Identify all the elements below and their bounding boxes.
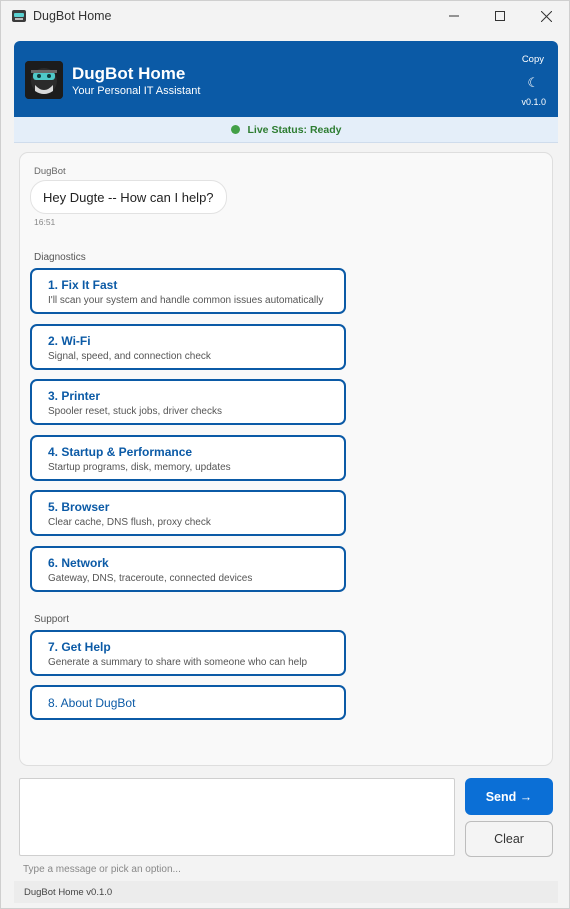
option-title: 8. About DugBot: [48, 695, 136, 710]
app-header: DugBot Home Your Personal IT Assistant C…: [14, 41, 558, 117]
copy-button[interactable]: Copy: [522, 54, 544, 65]
moon-icon[interactable]: ☾: [527, 75, 539, 91]
option-description: Spooler reset, stuck jobs, driver checks: [48, 406, 222, 417]
option-description: Signal, speed, and connection check: [48, 351, 211, 362]
app-window: DugBot Home DugBot Home Your Personal IT…: [0, 0, 570, 909]
close-icon: [540, 10, 552, 22]
option-title: 5. Browser: [48, 500, 110, 514]
close-button[interactable]: [523, 1, 569, 31]
option-title: 2. Wi-Fi: [48, 334, 91, 348]
option-title: 3. Printer: [48, 389, 101, 403]
input-hint: Type a message or pick an option...: [23, 864, 181, 875]
chat-bubble: Hey Dugte -- How can I help?: [30, 180, 227, 214]
option-description: I'll scan your system and handle common …: [48, 295, 324, 306]
maximize-button[interactable]: [477, 1, 523, 31]
footer-text: DugBot Home v0.1.0: [24, 886, 113, 898]
clear-button[interactable]: Clear: [465, 821, 553, 857]
option-get-help[interactable]: 7. Get Help Generate a summary to share …: [30, 630, 346, 676]
option-about-dugbot[interactable]: 8. About DugBot: [30, 685, 346, 720]
minimize-button[interactable]: [431, 1, 477, 31]
message-input[interactable]: [19, 778, 455, 856]
header-title: DugBot Home: [72, 64, 186, 83]
message-sender: DugBot: [34, 166, 66, 177]
option-network[interactable]: 6. Network Gateway, DNS, traceroute, con…: [30, 546, 346, 592]
option-description: Clear cache, DNS flush, proxy check: [48, 517, 211, 528]
dugbot-logo: [25, 61, 63, 99]
status-bar: Live Status: Ready: [14, 117, 558, 143]
option-wifi[interactable]: 2. Wi-Fi Signal, speed, and connection c…: [30, 324, 346, 370]
option-title: 4. Startup & Performance: [48, 445, 193, 459]
option-description: Gateway, DNS, traceroute, connected devi…: [48, 573, 253, 584]
option-title: 1. Fix It Fast: [48, 278, 118, 292]
option-description: Generate a summary to share with someone…: [48, 657, 308, 668]
option-description: Startup programs, disk, memory, updates: [48, 462, 231, 473]
chat-panel: DugBot Hey Dugte -- How can I help? 16:5…: [19, 152, 553, 766]
message-text: Hey Dugte -- How can I help?: [43, 189, 214, 205]
maximize-icon: [495, 11, 505, 21]
support-label: Support: [34, 614, 70, 625]
option-fix-it-fast[interactable]: 1. Fix It Fast I'll scan your system and…: [30, 268, 346, 314]
version-label: v0.1.0: [521, 97, 546, 107]
send-button[interactable]: Send →: [465, 778, 553, 815]
option-title: 6. Network: [48, 556, 109, 570]
status-text: Live Status: Ready: [247, 123, 342, 136]
header-subtitle: Your Personal IT Assistant: [72, 85, 201, 97]
minimize-icon: [449, 15, 459, 17]
option-printer[interactable]: 3. Printer Spooler reset, stuck jobs, dr…: [30, 379, 346, 425]
robot-icon: [12, 10, 26, 22]
title-bar: DugBot Home: [1, 1, 569, 31]
footer-bar: DugBot Home v0.1.0: [14, 881, 558, 903]
robot-avatar-icon: [25, 61, 63, 99]
status-dot-icon: [230, 125, 240, 134]
option-title: 7. Get Help: [48, 640, 111, 654]
window-title: DugBot Home: [33, 9, 112, 23]
message-timestamp: 16:51: [34, 217, 56, 227]
option-browser[interactable]: 5. Browser Clear cache, DNS flush, proxy…: [30, 490, 346, 536]
option-startup-performance[interactable]: 4. Startup & Performance Startup program…: [30, 435, 346, 481]
diagnostics-label: Diagnostics: [34, 252, 86, 263]
